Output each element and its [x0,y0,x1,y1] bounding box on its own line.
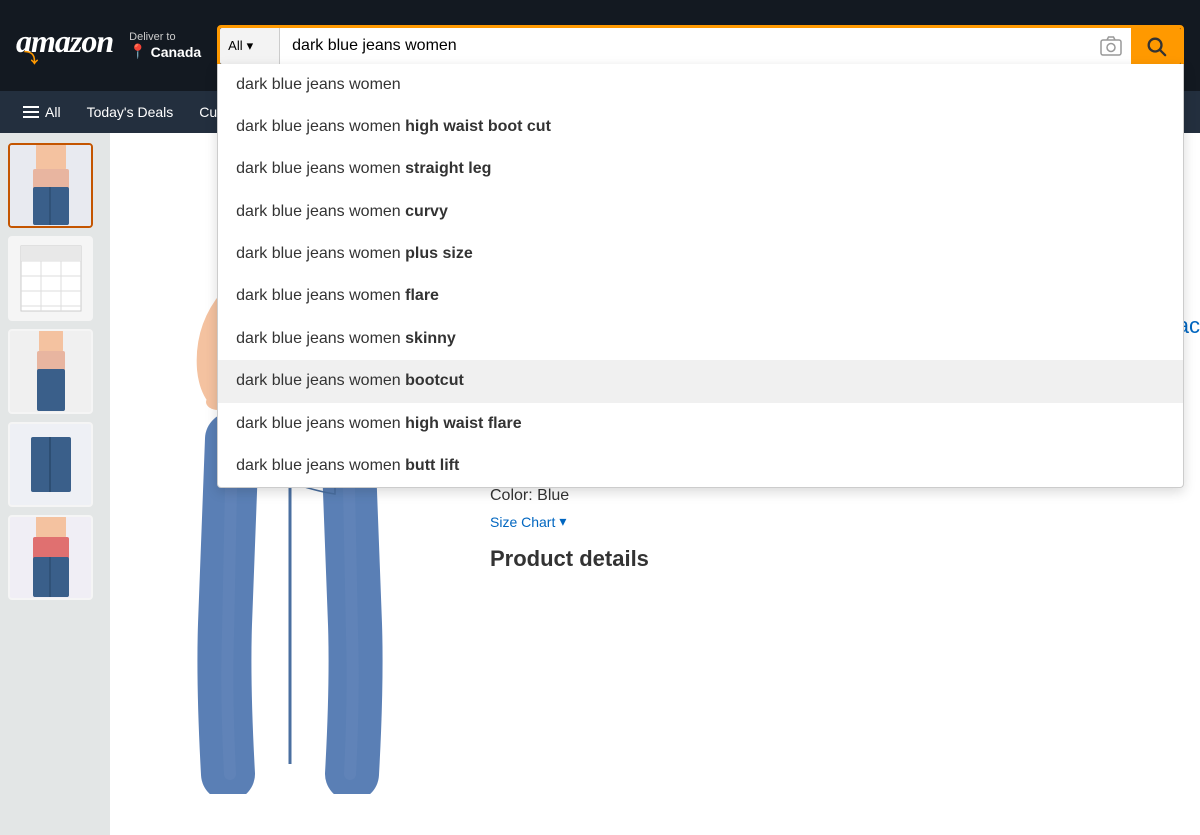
size-chart-link[interactable]: Size Chart ▾ [490,513,1180,530]
color-info: Color: Blue [490,487,1180,505]
autocomplete-item-1[interactable]: dark blue jeans women high waist boot cu… [218,106,1183,148]
nav-all-label: All [45,104,61,120]
search-input[interactable] [280,28,1091,64]
autocomplete-item-0[interactable]: dark blue jeans women [218,64,1183,106]
nav-item-todays-deals[interactable]: Today's Deals [76,99,185,125]
thumbnail-2[interactable] [8,329,93,414]
autocomplete-item-7[interactable]: dark blue jeans women bootcut [218,360,1183,402]
chevron-down-icon: ▾ [559,513,566,530]
search-category-select[interactable]: All ▾ [220,28,280,64]
nav-item-all[interactable]: All [12,99,72,125]
autocomplete-item-2[interactable]: dark blue jeans women straight leg [218,148,1183,190]
search-bar: All ▾ dark blue jeans wom [217,25,1184,67]
location-icon: 📍 [129,43,146,60]
search-icon [1145,35,1167,57]
chevron-down-icon: ▾ [247,38,254,54]
product-details-section: Product details [490,546,1180,572]
header: amazon ⤵︎ Deliver to 📍 Canada All ▾ [0,0,1200,91]
autocomplete-item-9[interactable]: dark blue jeans women butt lift [218,445,1183,487]
autocomplete-item-4[interactable]: dark blue jeans women plus size [218,233,1183,275]
thumbnail-1[interactable] [8,236,93,321]
deliver-to-country: 📍 Canada [129,43,201,60]
camera-search-button[interactable] [1091,28,1131,64]
thumbnail-0[interactable] [8,143,93,228]
thumbnails-column [0,133,110,835]
hamburger-icon [23,106,39,118]
search-submit-button[interactable] [1131,28,1181,64]
autocomplete-dropdown: dark blue jeans women dark blue jeans wo… [217,64,1184,489]
deliver-to-label: Deliver to [129,31,201,43]
thumbnail-3[interactable] [8,422,93,507]
search-category-label: All [228,38,242,53]
thumbnail-4[interactable] [8,515,93,600]
amazon-logo[interactable]: amazon ⤵︎ [16,25,113,67]
deliver-to[interactable]: Deliver to 📍 Canada [129,31,201,60]
logo-arrow: ⤵︎ [24,53,37,67]
autocomplete-item-8[interactable]: dark blue jeans women high waist flare [218,403,1183,445]
autocomplete-item-5[interactable]: dark blue jeans women flare [218,275,1183,317]
autocomplete-item-3[interactable]: dark blue jeans women curvy [218,191,1183,233]
autocomplete-item-6[interactable]: dark blue jeans women skinny [218,318,1183,360]
